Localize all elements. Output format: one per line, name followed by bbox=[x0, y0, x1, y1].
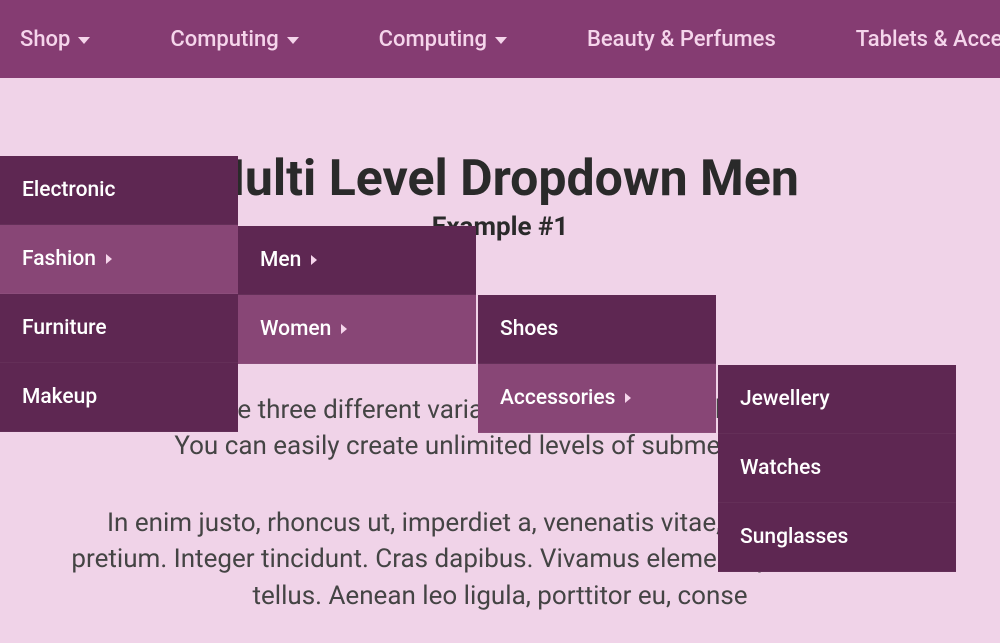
chevron-right-icon bbox=[625, 393, 631, 403]
dropdown-label: Shoes bbox=[500, 317, 558, 341]
dropdown-level-2: Men Women bbox=[238, 226, 476, 364]
dropdown-item-makeup[interactable]: Makeup bbox=[0, 363, 238, 432]
main-navbar: Shop Computing Computing Beauty & Perfum… bbox=[0, 0, 1000, 78]
nav-label: Computing bbox=[170, 27, 278, 52]
chevron-right-icon bbox=[311, 255, 317, 265]
chevron-right-icon bbox=[106, 254, 112, 264]
dropdown-item-jewellery[interactable]: Jewellery bbox=[718, 365, 956, 434]
chevron-down-icon bbox=[287, 37, 299, 44]
dropdown-item-women[interactable]: Women bbox=[238, 295, 476, 364]
dropdown-label: Fashion bbox=[22, 247, 96, 271]
chevron-right-icon bbox=[341, 324, 347, 334]
dropdown-label: Watches bbox=[740, 456, 821, 480]
dropdown-item-watches[interactable]: Watches bbox=[718, 434, 956, 503]
dropdown-label: Makeup bbox=[22, 385, 97, 409]
nav-item-beauty[interactable]: Beauty & Perfumes bbox=[587, 27, 776, 52]
dropdown-label: Furniture bbox=[22, 316, 107, 340]
nav-label: Tablets & Accessorie bbox=[856, 27, 1000, 52]
chevron-down-icon bbox=[495, 37, 507, 44]
dropdown-label: Accessories bbox=[500, 386, 615, 410]
dropdown-label: Sunglasses bbox=[740, 525, 848, 549]
dropdown-item-sunglasses[interactable]: Sunglasses bbox=[718, 503, 956, 572]
dropdown-item-furniture[interactable]: Furniture bbox=[0, 294, 238, 363]
nav-item-shop[interactable]: Shop bbox=[20, 27, 90, 52]
nav-label: Shop bbox=[20, 27, 70, 52]
dropdown-level-4: Jewellery Watches Sunglasses bbox=[718, 365, 956, 572]
nav-label: Computing bbox=[379, 27, 487, 52]
dropdown-level-1: Electronic Fashion Furniture Makeup bbox=[0, 156, 238, 432]
nav-item-tablets[interactable]: Tablets & Accessorie bbox=[856, 27, 1000, 52]
nav-item-computing-1[interactable]: Computing bbox=[170, 27, 298, 52]
dropdown-label: Women bbox=[260, 317, 331, 341]
dropdown-label: Men bbox=[260, 248, 301, 272]
dropdown-item-electronic[interactable]: Electronic bbox=[0, 156, 238, 225]
dropdown-item-shoes[interactable]: Shoes bbox=[478, 295, 716, 364]
dropdown-level-3: Shoes Accessories bbox=[478, 295, 716, 433]
dropdown-item-fashion[interactable]: Fashion bbox=[0, 225, 238, 294]
nav-item-computing-2[interactable]: Computing bbox=[379, 27, 507, 52]
nav-label: Beauty & Perfumes bbox=[587, 27, 776, 52]
dropdown-item-men[interactable]: Men bbox=[238, 226, 476, 295]
chevron-down-icon bbox=[78, 37, 90, 44]
dropdown-label: Electronic bbox=[22, 178, 116, 202]
dropdown-label: Jewellery bbox=[740, 387, 830, 411]
dropdown-item-accessories[interactable]: Accessories bbox=[478, 364, 716, 433]
